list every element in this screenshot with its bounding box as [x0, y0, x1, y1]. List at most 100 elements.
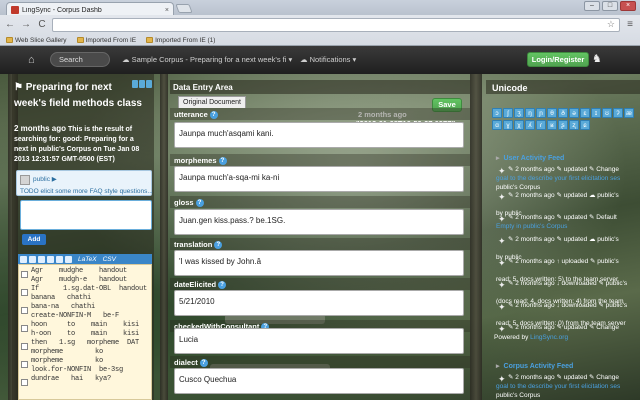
browser-chrome: LingSync - Corpus Dashb × – □ × ← → C ☆ …	[0, 0, 640, 46]
tag-icon[interactable]	[47, 255, 54, 263]
datum-checkbox[interactable]	[21, 289, 28, 296]
avatar	[20, 175, 30, 185]
unicode-key[interactable]: ɣ	[503, 120, 513, 130]
unicode-key[interactable]: ð	[558, 108, 568, 118]
unicode-key[interactable]: ɲ	[536, 108, 546, 118]
activity-item: ✦ ✎ 2 months ago ✎ updated ✎ Change goal…	[496, 374, 621, 399]
close-window-button[interactable]: ×	[620, 1, 636, 11]
play-icon[interactable]	[29, 255, 36, 263]
unicode-key[interactable]: ʎ	[525, 120, 535, 130]
list-item[interactable]: dundrae hai kya?	[19, 375, 151, 399]
bird-icon: ✦	[498, 258, 506, 268]
datum-checkbox[interactable]	[21, 307, 28, 314]
browser-tab[interactable]: LingSync - Corpus Dashb ×	[6, 2, 174, 15]
user-activity-feed-title[interactable]: ▸ User Activity Feed	[496, 154, 564, 162]
unicode-key[interactable]: ɕ	[580, 120, 590, 130]
field-label-strip	[170, 356, 470, 368]
bookmark-imported-from-ie-1[interactable]: Imported From IE (1)	[146, 37, 215, 44]
translation-field[interactable]: 'I was kissed by John.â	[174, 250, 464, 276]
comment-textarea[interactable]	[20, 200, 152, 230]
datum-checkbox[interactable]	[21, 379, 28, 386]
notifications-dropdown[interactable]: ☁ Notifications ▾	[300, 55, 356, 64]
unicode-key[interactable]: ʔ	[613, 108, 623, 118]
datum-checkbox[interactable]	[21, 271, 28, 278]
favicon-icon	[11, 6, 19, 14]
bird-icon: ✦	[498, 280, 506, 290]
unicode-header: Unicode	[486, 80, 640, 94]
comment-user[interactable]: public ▶	[33, 175, 57, 183]
tab-bar: LingSync - Corpus Dashb × – □ ×	[0, 0, 640, 15]
help-icon[interactable]: ?	[218, 157, 227, 166]
unicode-key[interactable]: ɑ	[492, 120, 502, 130]
user-icon[interactable]: ♞	[592, 53, 605, 66]
latex-export-button[interactable]: LaTeX	[78, 256, 97, 263]
plus-icon[interactable]	[65, 255, 72, 263]
datum-checkbox[interactable]	[21, 343, 28, 350]
menu-icon[interactable]: ≡	[624, 19, 636, 31]
field-label-morphemes: morphemes?	[174, 156, 227, 166]
dialect-field[interactable]: Cusco Quechua	[174, 368, 464, 394]
login-register-button[interactable]: Login/Register	[527, 52, 589, 67]
unicode-key[interactable]: ɛ	[580, 108, 590, 118]
tree-trunk	[470, 74, 482, 400]
csv-export-button[interactable]: CSV	[103, 256, 116, 263]
morphemes-field[interactable]: Jaunpa much'a-sqa-mi ka-ni	[174, 166, 464, 192]
unicode-key[interactable]: χ	[514, 120, 524, 130]
remove-icon[interactable]	[38, 255, 45, 263]
corpus-activity-feed-title[interactable]: ▸ Corpus Activity Feed	[496, 362, 573, 370]
gloss-field[interactable]: Juan.gen kiss.pass.? be.1SG.	[174, 209, 464, 235]
unicode-key[interactable]: ʐ	[569, 120, 579, 130]
window-controls: – □ ×	[584, 1, 636, 11]
close-tab-icon[interactable]: ×	[165, 7, 169, 14]
help-icon[interactable]: ?	[195, 199, 204, 208]
date-elicited-field[interactable]: 5/21/2010	[174, 290, 464, 316]
data-entry-panel: Data Entry Area Original Document Save 2…	[170, 74, 470, 400]
address-bar[interactable]: ☆	[52, 17, 620, 32]
back-arrow-icon[interactable]: ←	[4, 19, 16, 31]
lingsync-link[interactable]: LingSync.org	[530, 334, 568, 341]
expand-list-icon[interactable]	[146, 80, 152, 88]
bookmark-star-icon[interactable]: ☆	[607, 19, 615, 30]
unicode-key[interactable]: ʒ	[514, 108, 524, 118]
select-all-icon[interactable]	[20, 255, 27, 263]
unicode-key[interactable]: ŋ	[525, 108, 535, 118]
add-comment-button[interactable]: Add	[22, 234, 46, 245]
corpus-dropdown[interactable]: ☁ Sample Corpus - Preparing for a next w…	[122, 55, 292, 64]
unlock-icon[interactable]	[56, 255, 63, 263]
unicode-key[interactable]: ʁ	[547, 120, 557, 130]
forward-arrow-icon[interactable]: →	[20, 19, 32, 31]
unicode-key[interactable]: æ	[624, 108, 634, 118]
help-icon[interactable]: ?	[214, 241, 223, 250]
save-list-icon[interactable]	[132, 80, 138, 88]
unicode-key[interactable]: ʃ	[503, 108, 513, 118]
bookmark-imported-from-ie[interactable]: Imported From IE	[76, 37, 136, 44]
unicode-key[interactable]: ʊ	[602, 108, 612, 118]
maximize-button[interactable]: □	[602, 1, 618, 11]
reload-icon[interactable]: C	[36, 19, 48, 31]
tab-original-document[interactable]: Original Document	[178, 96, 246, 108]
unicode-key[interactable]: ə	[569, 108, 579, 118]
bookmark-web-slice-gallery[interactable]: Web Slice Gallery	[6, 37, 67, 44]
help-icon[interactable]: ?	[209, 111, 218, 120]
search-input[interactable]: Search	[50, 52, 110, 67]
data-entry-title: Data Entry Area	[173, 83, 233, 92]
new-tab-button[interactable]	[175, 4, 193, 13]
help-icon[interactable]: ?	[199, 359, 208, 368]
bird-icon: ✦	[498, 236, 506, 246]
home-icon[interactable]: ⌂	[28, 54, 40, 66]
datum-checkbox[interactable]	[21, 361, 28, 368]
unicode-key[interactable]: ɪ	[591, 108, 601, 118]
edit-list-icon[interactable]	[139, 80, 145, 88]
unicode-key[interactable]: ʂ	[558, 120, 568, 130]
field-label-translation: translation?	[174, 240, 223, 250]
tab-title: LingSync - Corpus Dashb	[22, 6, 102, 14]
minimize-button[interactable]: –	[584, 1, 600, 11]
right-sidebar: Unicode ɔ ʃ ʒ ŋ ɲ θ ð ə ɛ ɪ ʊ ʔ æ ɑ ɣ χ …	[486, 74, 640, 400]
help-icon[interactable]: ?	[218, 281, 227, 290]
consultant-field[interactable]: Lucia	[174, 328, 464, 354]
unicode-key[interactable]: ɔ	[492, 108, 502, 118]
unicode-key[interactable]: ɾ	[536, 120, 546, 130]
datum-checkbox[interactable]	[21, 325, 28, 332]
unicode-key[interactable]: θ	[547, 108, 557, 118]
utterance-field[interactable]: Jaunpa much'asqami kani.	[174, 122, 464, 148]
